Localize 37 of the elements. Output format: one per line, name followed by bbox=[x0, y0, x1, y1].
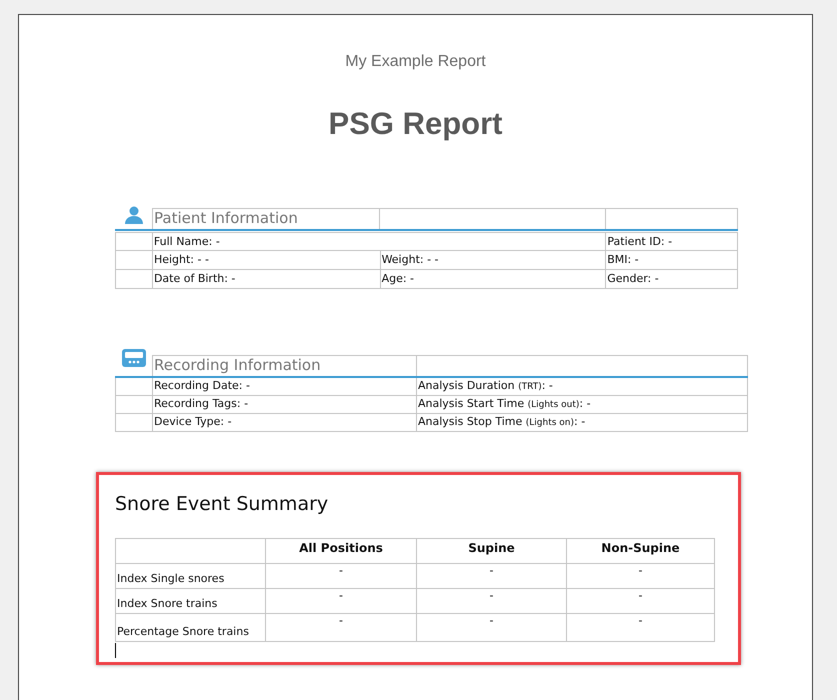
field-label: Date of Birth: - bbox=[154, 272, 236, 285]
table-cell: - bbox=[490, 614, 494, 626]
field-label: Weight: - - bbox=[382, 253, 439, 266]
report-subtitle: My Example Report bbox=[345, 52, 486, 72]
field-label: Height: - - bbox=[154, 253, 209, 266]
field-label: Recording Tags: - bbox=[154, 397, 248, 410]
table-cell: - bbox=[638, 588, 642, 602]
row-label: Index Snore trains bbox=[117, 597, 218, 610]
person-icon bbox=[124, 205, 144, 225]
table-cell: - bbox=[490, 588, 494, 602]
field-label: Analysis Start Time (Lights out): - bbox=[418, 396, 591, 410]
row-label: Percentage Snore trains bbox=[117, 625, 249, 638]
field-label: Patient ID: - bbox=[607, 235, 672, 248]
section-title: Snore Event Summary bbox=[115, 492, 328, 516]
field-label: Device Type: - bbox=[154, 415, 232, 428]
table-cell: - bbox=[339, 588, 343, 602]
column-header: All Positions bbox=[299, 540, 383, 554]
field-label: Gender: - bbox=[607, 272, 659, 285]
table-cell: - bbox=[490, 564, 494, 576]
section-title: Recording Information bbox=[154, 356, 321, 374]
field-label: Age: - bbox=[382, 272, 414, 285]
column-header: Non-Supine bbox=[601, 540, 680, 554]
report-title: PSG Report bbox=[328, 106, 502, 142]
field-label: Analysis Duration (TRT): - bbox=[418, 378, 553, 392]
table-cell: - bbox=[339, 614, 343, 626]
table-cell: - bbox=[638, 614, 642, 626]
field-label: BMI: - bbox=[607, 253, 639, 266]
device-icon bbox=[120, 348, 146, 368]
column-header: Supine bbox=[468, 540, 515, 554]
field-label: Recording Date: - bbox=[154, 379, 250, 392]
table-cell: - bbox=[638, 564, 642, 576]
field-label: Full Name: - bbox=[154, 235, 220, 248]
field-label: Analysis Stop Time (Lights on): - bbox=[418, 414, 586, 428]
table-cell: - bbox=[339, 564, 343, 576]
section-title: Patient Information bbox=[154, 209, 298, 227]
text-cursor bbox=[115, 642, 116, 658]
row-label: Index Single snores bbox=[117, 572, 224, 585]
